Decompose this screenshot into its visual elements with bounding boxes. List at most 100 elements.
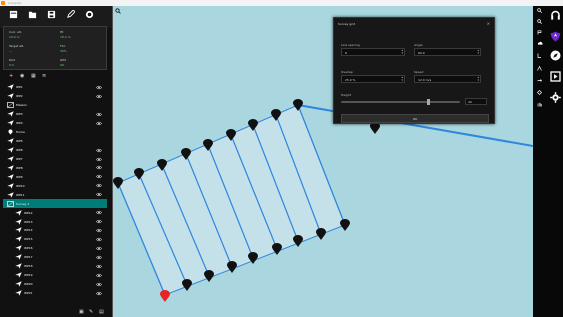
layer-row[interactable]: Home (3, 128, 107, 137)
visibility-icon[interactable] (96, 210, 102, 215)
visibility-icon[interactable] (96, 121, 102, 126)
polygon-tool-icon[interactable] (537, 90, 542, 95)
compass-icon[interactable] (550, 50, 561, 61)
new-file-icon[interactable] (9, 10, 18, 19)
waypoint-marker[interactable] (340, 219, 350, 231)
line-spacing-field[interactable]: 6 ▴ ▾ (341, 48, 405, 56)
play-video-icon[interactable] (550, 71, 561, 82)
spinner-icon[interactable]: ▴ ▾ (401, 49, 403, 55)
save-icon[interactable] (47, 10, 56, 19)
edit-icon[interactable]: ✎ (89, 310, 94, 315)
layer-row[interactable]: WP16 (3, 244, 107, 253)
headset-icon[interactable] (550, 10, 561, 21)
angle-field[interactable]: 60.0 ▴ ▾ (414, 48, 481, 56)
layer-row[interactable]: WP8 (3, 163, 107, 172)
layer-row[interactable]: WP12 (3, 208, 107, 217)
layer-label: WP5 (16, 139, 23, 144)
hand-tool-icon[interactable] (537, 102, 542, 107)
arrows-icon[interactable] (537, 78, 542, 83)
polygon-layer-icon (7, 200, 14, 207)
ruler-icon[interactable] (537, 53, 542, 58)
cloud-icon[interactable] (537, 41, 543, 45)
overlap-field[interactable]: 25.0 % ▴ ▾ (341, 75, 405, 83)
visibility-icon[interactable] (96, 157, 102, 162)
visibility-icon[interactable] (96, 112, 102, 117)
folder-icon[interactable]: ▣ (79, 310, 84, 315)
speed-field[interactable]: 12.0 m/s ▴ ▾ (414, 75, 481, 83)
visibility-icon[interactable] (96, 219, 102, 224)
layer-row[interactable]: WP21 (3, 289, 107, 298)
flag-icon[interactable] (537, 30, 542, 35)
visibility-icon[interactable] (96, 174, 102, 179)
target-tool-icon[interactable] (85, 10, 94, 19)
visibility-icon[interactable] (96, 192, 102, 197)
visibility-icon[interactable] (96, 165, 102, 170)
layer-row[interactable]: WP13 (3, 217, 107, 226)
layer-label: WP11 (16, 192, 25, 197)
main-toolbar (0, 6, 112, 28)
waypoint-marker[interactable] (316, 228, 326, 240)
slider-knob[interactable] (426, 99, 430, 105)
shield-icon[interactable] (550, 31, 561, 42)
layer-row[interactable]: WP18 (3, 262, 107, 271)
layer-row[interactable]: WP6 (3, 146, 107, 155)
map-view[interactable]: Survey grid × Line spacing 6 ▴ ▾ Angle 60… (113, 6, 533, 317)
home-marker[interactable] (160, 290, 170, 302)
visibility-icon[interactable] (96, 273, 102, 278)
layer-row[interactable]: WP1 (3, 83, 107, 92)
spinner-icon[interactable]: ▴ ▾ (477, 49, 479, 55)
waypoint-marker[interactable] (204, 270, 214, 282)
layer-row[interactable]: WP5 (3, 137, 107, 146)
add-layer-icon[interactable]: + (9, 74, 14, 79)
layer-row[interactable]: WP4 (3, 119, 107, 128)
layer-row[interactable]: WP2 (3, 92, 107, 101)
visibility-icon[interactable] (96, 183, 102, 188)
height-slider[interactable] (341, 99, 460, 105)
visibility-icon[interactable] (96, 228, 102, 233)
search-icon[interactable] (537, 8, 542, 13)
grid-icon[interactable]: ▦ (31, 74, 36, 79)
waypoint-marker[interactable] (182, 279, 192, 291)
spinner-icon[interactable]: ▴ ▾ (477, 76, 479, 82)
app-logo (1, 1, 5, 5)
ok-button[interactable]: OK (341, 114, 489, 123)
layer-row[interactable]: WP15 (3, 235, 107, 244)
layer-row[interactable]: WP7 (3, 155, 107, 164)
spinner-icon[interactable]: ▴ ▾ (401, 76, 403, 82)
zoom-in-icon[interactable] (537, 19, 542, 24)
height-value-field[interactable]: 40 (465, 98, 487, 105)
waypoint-marker[interactable] (293, 235, 303, 247)
layer-row[interactable]: WP3 (3, 110, 107, 119)
visibility-icon[interactable] (96, 282, 102, 287)
layer-row[interactable]: Survey 1 (3, 199, 107, 209)
visibility-icon[interactable] (96, 264, 102, 269)
route-icon[interactable] (537, 66, 542, 71)
visibility-icon[interactable]: ◉ (20, 74, 25, 79)
pen-tool-icon[interactable] (66, 10, 75, 19)
open-folder-icon[interactable] (28, 10, 37, 19)
layer-row[interactable]: Mission (3, 101, 107, 110)
list-icon[interactable]: ≡ (42, 74, 47, 79)
layer-row[interactable]: WP9 (3, 172, 107, 181)
telemetry-value: 30% (60, 49, 67, 53)
visibility-icon[interactable] (96, 246, 102, 251)
layer-row[interactable]: WP19 (3, 271, 107, 280)
map-search-icon[interactable] (115, 8, 121, 14)
gear-icon[interactable] (550, 92, 561, 103)
window-title: ardupilot (8, 1, 22, 5)
visibility-icon[interactable] (96, 237, 102, 242)
close-icon[interactable]: × (487, 21, 490, 26)
layer-row[interactable]: WP11 (3, 190, 107, 199)
layer-row[interactable]: WP10 (3, 181, 107, 190)
visibility-icon[interactable] (96, 94, 102, 99)
layer-row[interactable]: WP20 (3, 280, 107, 289)
visibility-icon[interactable] (96, 291, 102, 296)
visibility-icon[interactable] (96, 85, 102, 90)
layer-row[interactable]: WP14 (3, 226, 107, 235)
delete-icon[interactable]: ▤ (99, 310, 104, 315)
layer-row[interactable]: WP17 (3, 253, 107, 262)
waypoint-marker[interactable] (227, 261, 237, 273)
visibility-icon[interactable] (96, 255, 102, 260)
visibility-icon[interactable] (96, 148, 102, 153)
plane-icon (15, 227, 22, 234)
